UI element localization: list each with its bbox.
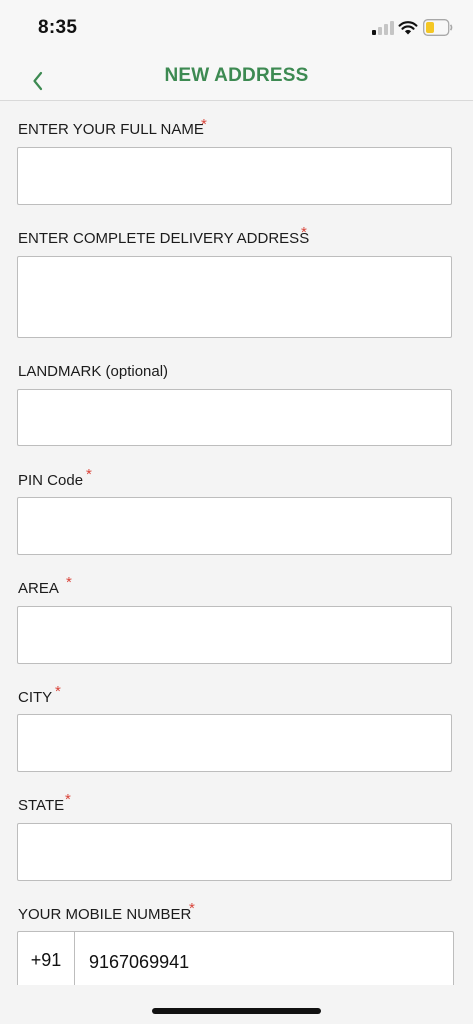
- delivery-address-required-mark: *: [301, 224, 307, 241]
- state-input[interactable]: [18, 824, 451, 880]
- mobile-number-label: YOUR MOBILE NUMBER: [18, 906, 192, 923]
- mobile-number-input[interactable]: [75, 932, 453, 992]
- pin-code-input[interactable]: [18, 498, 451, 554]
- city-label: CITY: [18, 689, 53, 706]
- full-name-field-box: [17, 147, 452, 205]
- area-field-box: [17, 606, 452, 664]
- battery-low-icon: [423, 19, 453, 36]
- pin-code-field-box: [17, 497, 452, 555]
- city-input[interactable]: [18, 715, 451, 771]
- cellular-signal-icon: [372, 21, 394, 35]
- wifi-icon: [398, 21, 418, 35]
- city-field-box: [17, 714, 452, 772]
- delivery-address-input[interactable]: [18, 257, 451, 337]
- state-field-box: [17, 823, 452, 881]
- full-name-input[interactable]: [18, 148, 451, 204]
- full-name-label: ENTER YOUR FULL NAME: [18, 121, 204, 138]
- home-indicator[interactable]: [152, 1008, 321, 1014]
- state-required-mark: *: [65, 791, 71, 808]
- landmark-field-box: [17, 389, 452, 446]
- pin-code-required-mark: *: [86, 466, 92, 483]
- country-code[interactable]: +91: [18, 932, 75, 990]
- status-bar: 8:35: [0, 0, 473, 56]
- delivery-address-field-box: [17, 256, 452, 338]
- landmark-input[interactable]: [18, 390, 451, 445]
- area-required-mark: *: [66, 574, 72, 591]
- nav-bar: NEW ADDRESS: [0, 56, 473, 101]
- delivery-address-label: ENTER COMPLETE DELIVERY ADDRESS: [18, 230, 310, 247]
- mobile-number-field-box: +91: [17, 931, 454, 992]
- full-name-required-mark: *: [201, 116, 207, 133]
- mobile-number-required-mark: *: [189, 900, 195, 917]
- area-label: AREA: [18, 580, 59, 597]
- page-title: NEW ADDRESS: [164, 65, 309, 86]
- status-time: 8:35: [38, 17, 78, 38]
- city-required-mark: *: [55, 683, 61, 700]
- landmark-label: LANDMARK (optional): [18, 363, 169, 380]
- state-label: STATE: [18, 797, 65, 814]
- bottom-safe-area: [0, 985, 473, 1024]
- area-input[interactable]: [18, 607, 451, 663]
- pin-code-label: PIN Code: [18, 472, 84, 489]
